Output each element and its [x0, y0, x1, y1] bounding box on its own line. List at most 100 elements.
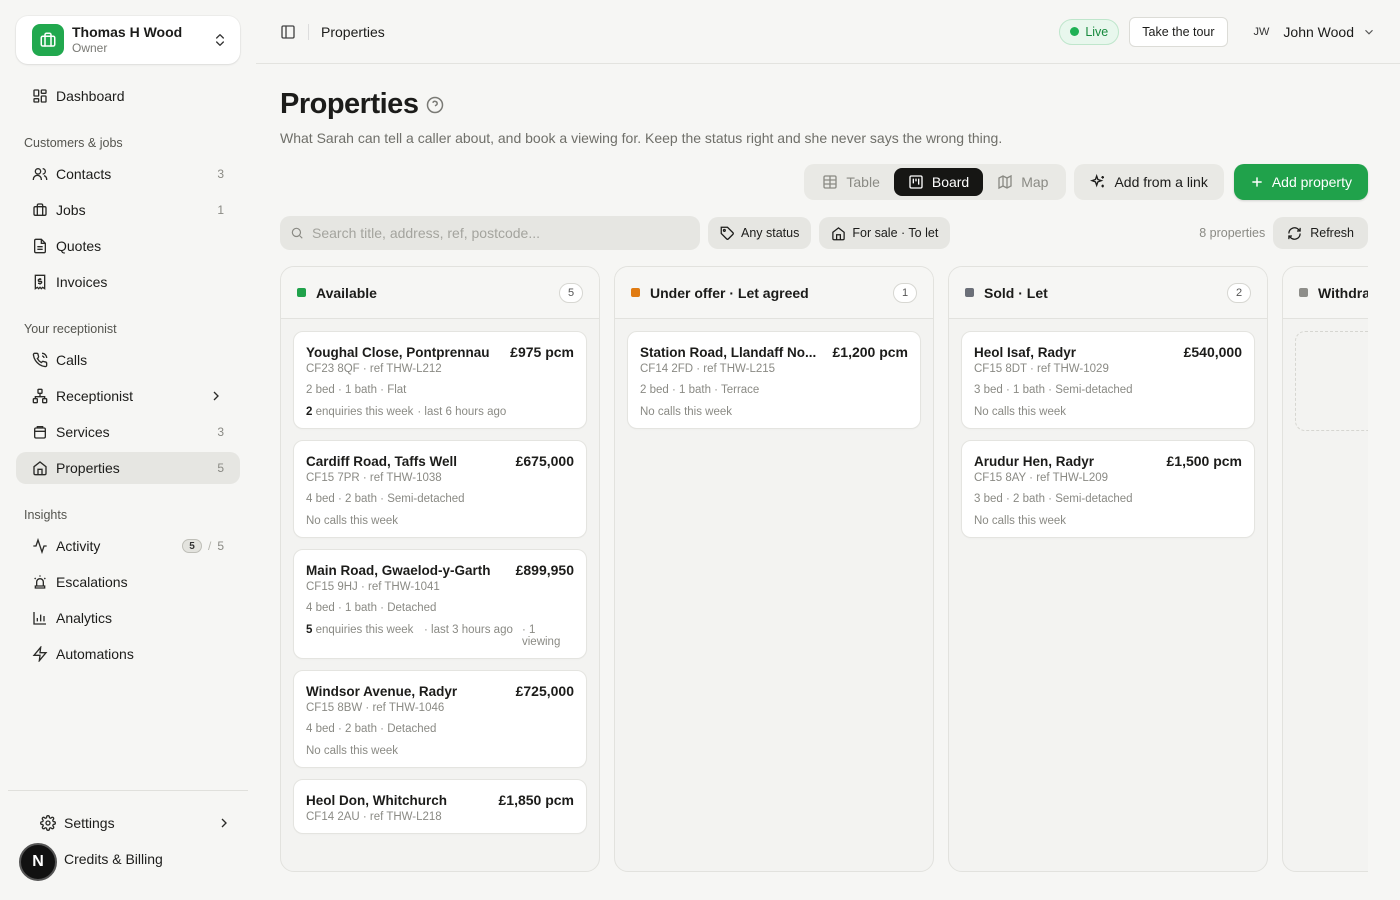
divider	[308, 23, 309, 40]
property-card[interactable]: Heol Don, Whitchurch £1,850 pcm CF14 2AU ·…	[293, 779, 587, 834]
sidebar-item-label: Dashboard	[56, 88, 125, 104]
property-card[interactable]: Main Road, Gwaelod-y-Garth £899,950 CF15 9…	[293, 549, 587, 659]
sidebar-item-contacts[interactable]: Contacts 3	[16, 158, 240, 190]
briefcase-icon	[32, 202, 48, 218]
view-table-button[interactable]: Table	[808, 168, 893, 196]
search-icon	[290, 226, 304, 240]
property-ref: CF14 2AU · ref THW-L218	[306, 811, 442, 823]
main-content: Properties Live Take the tour JW John Wo…	[256, 0, 1400, 900]
search-input[interactable]	[312, 225, 690, 241]
view-board-button[interactable]: Board	[893, 168, 984, 196]
view-toolbar: Table Board Map Add from a link Add prop…	[804, 164, 1368, 200]
property-price: £1,500 pcm	[1166, 453, 1243, 469]
home-icon	[831, 226, 846, 241]
property-title: Youghal Close, Pontprennau	[306, 345, 490, 360]
activity-separator: /	[207, 539, 212, 553]
sidebar-item-quotes[interactable]: Quotes	[16, 230, 240, 262]
column-header: Available 5	[281, 267, 599, 319]
sidebar-item-label: Invoices	[56, 274, 108, 290]
gear-icon	[40, 815, 56, 831]
enquiry-text: No calls this week	[974, 406, 1067, 418]
property-title: Station Road, Llandaff No...	[640, 345, 817, 360]
sidebar-item-label: Escalations	[56, 574, 128, 590]
sidebar-item-receptionist[interactable]: Receptionist	[16, 380, 240, 412]
sidebar-item-activity[interactable]: Activity 5 / 5	[16, 530, 240, 562]
property-ref: CF15 9HJ · ref THW-1041	[306, 581, 440, 593]
property-stats: No calls this week	[974, 406, 1242, 418]
sidebar-item-count: 5	[217, 461, 224, 475]
board-column: Sold · Let 2 Heol Isaf, Radyr £540,000 CF15 …	[948, 266, 1268, 872]
phone-icon	[32, 352, 48, 368]
live-status-badge[interactable]: Live	[1059, 18, 1120, 45]
property-card[interactable]: Arudur Hen, Radyr £1,500 pcm CF15 8AY · re…	[961, 440, 1255, 538]
property-card[interactable]: Station Road, Llandaff No... £1,200 pcm CF…	[627, 331, 921, 429]
activity-unread-badge: 5	[181, 539, 202, 553]
help-circle-icon[interactable]	[426, 96, 444, 114]
sidebar-item-analytics[interactable]: Analytics	[16, 602, 240, 634]
sidebar-item-label: Analytics	[56, 610, 113, 626]
take-tour-button[interactable]: Take the tour	[1129, 16, 1228, 47]
zap-icon	[32, 646, 48, 662]
column-count-badge: 5	[559, 282, 583, 303]
org-switcher[interactable]: Thomas H Wood Owner	[16, 16, 240, 64]
activity-total: 5	[217, 539, 224, 553]
property-price: £975 pcm	[510, 344, 574, 360]
add-from-link-button[interactable]: Add from a link	[1074, 164, 1224, 200]
property-stats: No calls this week	[640, 406, 908, 418]
sidebar-item-count: 1	[217, 203, 224, 217]
status-filter-label: Any status	[741, 226, 800, 240]
column-body: Station Road, Llandaff No... £1,200 pcm CF…	[615, 319, 933, 452]
add-property-button[interactable]: Add property	[1233, 164, 1368, 200]
receipt-icon	[32, 274, 48, 290]
tag-icon	[720, 226, 735, 241]
dashboard-icon	[32, 88, 48, 104]
status-filter-button[interactable]: Any status	[708, 217, 812, 249]
sidebar-item-properties[interactable]: Properties 5	[16, 452, 240, 484]
property-card[interactable]: Windsor Avenue, Radyr £725,000 CF15 8BW · …	[293, 670, 587, 768]
file-text-icon	[32, 238, 48, 254]
map-icon	[997, 174, 1013, 190]
column-count-badge: 1	[893, 282, 917, 303]
listing-type-filter-button[interactable]: For sale · To let	[819, 217, 951, 249]
sidebar-toggle-icon[interactable]	[280, 24, 296, 40]
enquiry-text: enquiries this week	[312, 406, 414, 418]
property-price: £725,000	[515, 683, 574, 699]
board-column: Available 5 Youghal Close, Pontprennau £975…	[280, 266, 600, 872]
property-price: £1,200 pcm	[832, 344, 909, 360]
sidebar-item-escalations[interactable]: Escalations	[16, 566, 240, 598]
activity-icon	[32, 538, 48, 554]
property-card[interactable]: Heol Isaf, Radyr £540,000 CF15 8DT · ref T…	[961, 331, 1255, 429]
property-card[interactable]: Youghal Close, Pontprennau £975 pcm CF23 8…	[293, 331, 587, 429]
view-map-button[interactable]: Map	[983, 168, 1062, 196]
page-heading: Properties	[280, 88, 444, 121]
property-ref: CF15 8BW · ref THW-1046	[306, 702, 445, 714]
property-spec: 4 bed · 1 bath · Detached	[306, 602, 437, 614]
column-title: Sold · Let	[984, 284, 1048, 301]
refresh-icon	[1287, 226, 1302, 241]
property-title: Heol Don, Whitchurch	[306, 793, 447, 808]
sidebar-item-calls[interactable]: Calls	[16, 344, 240, 376]
sidebar-item-invoices[interactable]: Invoices	[16, 266, 240, 298]
enquiry-text: No calls this week	[306, 515, 399, 527]
sparkles-icon	[1090, 174, 1106, 190]
property-ref: CF15 7PR · ref THW-1038	[306, 472, 442, 484]
sidebar-item-settings[interactable]: Settings	[8, 807, 248, 839]
property-spec: 4 bed · 2 bath · Semi-detached	[306, 493, 465, 505]
bar-chart-icon	[32, 610, 48, 626]
property-card[interactable]: Cardiff Road, Taffs Well £675,000 CF15 7PR…	[293, 440, 587, 538]
assistant-avatar[interactable]: N	[19, 843, 57, 881]
sidebar-item-jobs[interactable]: Jobs 1	[16, 194, 240, 226]
org-role: Owner	[72, 41, 108, 55]
sidebar-item-services[interactable]: Services 3	[16, 416, 240, 448]
view-table-label: Table	[846, 174, 880, 190]
sidebar-item-label: Activity	[56, 538, 101, 554]
sidebar-item-automations[interactable]: Automations	[16, 638, 240, 670]
user-menu[interactable]: JW John Wood	[1254, 24, 1376, 40]
property-price: £540,000	[1183, 344, 1242, 360]
property-ref: CF15 8DT · ref THW-1029	[974, 363, 1109, 375]
refresh-button[interactable]: Refresh	[1273, 217, 1368, 249]
chevron-down-icon	[1362, 25, 1376, 39]
search-box[interactable]	[280, 216, 700, 250]
sidebar-item-dashboard[interactable]: Dashboard	[16, 80, 240, 112]
property-price: £899,950	[515, 562, 574, 578]
